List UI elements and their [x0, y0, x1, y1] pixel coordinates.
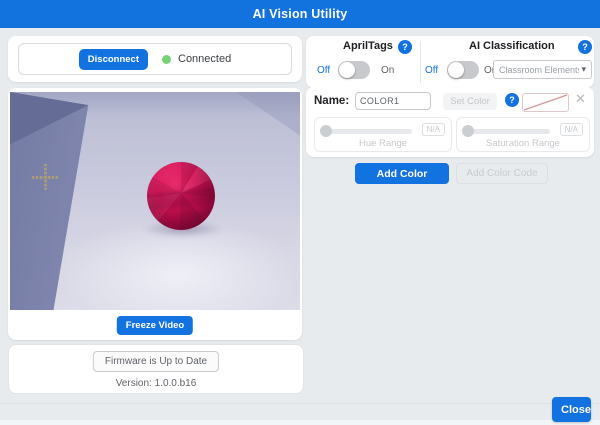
connection-status: Connected: [162, 53, 231, 65]
saturation-range-label: Saturation Range: [457, 138, 589, 149]
apriltags-toggle[interactable]: [338, 61, 370, 79]
footer-divider: [0, 403, 600, 404]
bottom-strip: [0, 420, 600, 425]
dataset-dropdown-value: Classroom Elements: [499, 65, 579, 75]
add-color-button[interactable]: Add Color: [355, 163, 449, 184]
video-card: Freeze Video: [8, 88, 302, 340]
red-faceted-ball: [147, 162, 215, 230]
ai-classification-title: AI Classification: [469, 40, 555, 52]
apriltags-title: AprilTags: [343, 40, 393, 52]
color-name-input[interactable]: [355, 92, 431, 110]
apriltags-toggle-knob: [339, 62, 355, 78]
set-color-button[interactable]: Set Color: [443, 93, 497, 110]
firmware-version-label: Version: 1.0.0.b16: [9, 378, 303, 389]
section-divider: [420, 41, 421, 83]
remove-color-icon[interactable]: ✕: [575, 92, 586, 105]
connection-status-box: Disconnect Connected: [18, 43, 292, 75]
camera-video-feed[interactable]: [10, 92, 300, 310]
window-title: AI Vision Utility: [253, 7, 348, 21]
crosshair-reticle-icon: [32, 164, 58, 190]
saturation-slider-knob[interactable]: [462, 125, 474, 137]
detection-card: AprilTags ? Off On AI Classification ? O…: [306, 36, 594, 88]
color-name-label: Name:: [314, 95, 349, 107]
hue-slider-track: [324, 129, 412, 134]
ai-vision-utility-window: AI Vision Utility Disconnect Connected F…: [0, 0, 600, 425]
firmware-card: Firmware is Up to Date Version: 1.0.0.b1…: [8, 344, 304, 394]
close-button[interactable]: Close: [552, 397, 591, 422]
firmware-status-button[interactable]: Firmware is Up to Date: [93, 351, 219, 372]
saturation-value-badge: N/A: [560, 123, 583, 136]
ai-classification-help-icon[interactable]: ?: [578, 40, 592, 54]
connection-status-label: Connected: [178, 53, 231, 65]
hue-range-panel: N/A Hue Range: [314, 117, 452, 152]
color-editor-card: Name: Set Color ? ✕ N/A Hue Range N/A Sa…: [306, 87, 594, 157]
dataset-dropdown[interactable]: Classroom Elements ▾: [493, 60, 592, 79]
title-bar: AI Vision Utility: [0, 0, 600, 28]
connected-status-dot-icon: [162, 55, 171, 64]
freeze-video-button[interactable]: Freeze Video: [117, 316, 193, 335]
color-swatch-empty: [522, 93, 569, 112]
ai-classification-off-label: Off: [425, 65, 438, 76]
hue-slider-knob[interactable]: [320, 125, 332, 137]
hue-value-badge: N/A: [422, 123, 445, 136]
hue-range-label: Hue Range: [315, 138, 451, 149]
add-color-code-button[interactable]: Add Color Code: [456, 163, 548, 184]
color-help-icon[interactable]: ?: [505, 93, 519, 107]
saturation-slider-track: [466, 129, 550, 134]
ai-classification-toggle[interactable]: [447, 61, 479, 79]
saturation-range-panel: N/A Saturation Range: [456, 117, 590, 152]
crosshair-vertical: [44, 164, 47, 190]
apriltags-off-label: Off: [317, 65, 330, 76]
ai-classification-toggle-knob: [448, 62, 464, 78]
disconnect-button[interactable]: Disconnect: [79, 49, 148, 70]
apriltags-help-icon[interactable]: ?: [398, 40, 412, 54]
apriltags-on-label: On: [381, 65, 394, 76]
connection-card: Disconnect Connected: [8, 36, 302, 82]
chevron-down-icon: ▾: [581, 64, 586, 75]
